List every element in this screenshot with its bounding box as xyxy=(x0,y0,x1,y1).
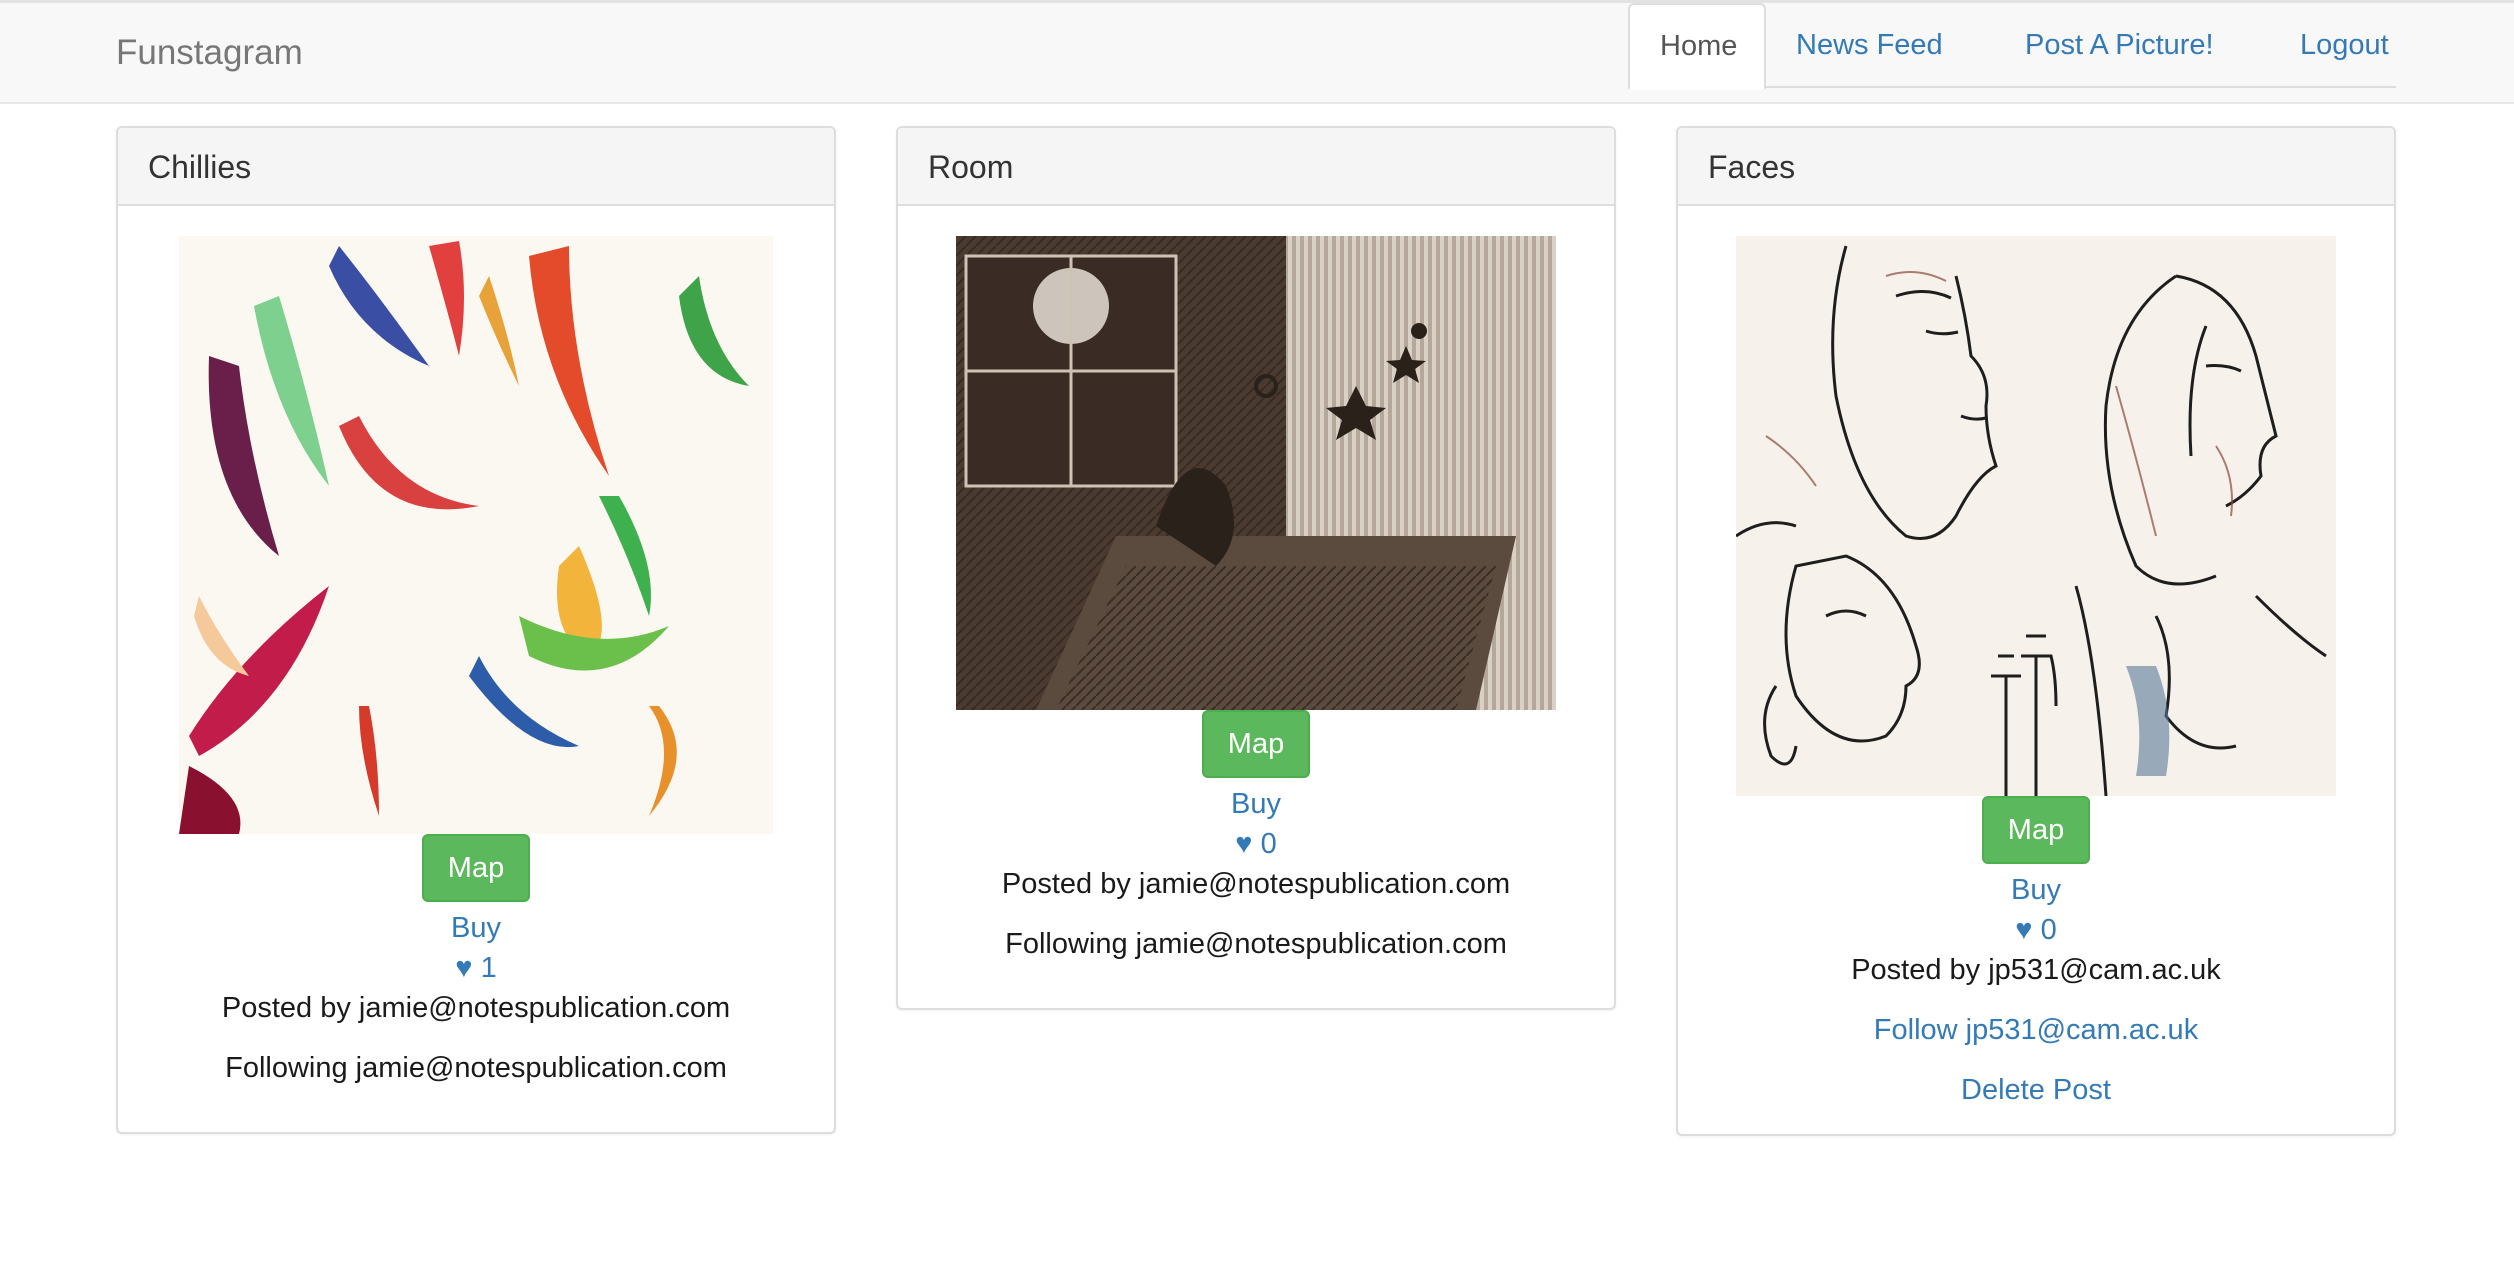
post-title: Chillies xyxy=(118,128,834,206)
tab-logout[interactable]: Logout xyxy=(2270,3,2419,88)
post-card-chillies: Chillies Map Buy ♥ 1 Posted by jamie@not… xyxy=(116,126,836,1134)
post-title: Room xyxy=(898,128,1614,206)
tab-post-a-picture[interactable]: Post A Picture! xyxy=(1995,3,2244,88)
map-button[interactable]: Map xyxy=(422,834,530,902)
posted-by-text: Posted by jp531@cam.ac.uk xyxy=(1851,954,2221,986)
delete-post-link[interactable]: Delete Post xyxy=(1678,1070,2394,1110)
buy-link[interactable]: Buy xyxy=(118,908,834,948)
like-link[interactable]: ♥ 0 xyxy=(1678,910,2394,950)
room-sketch-image xyxy=(956,236,1556,710)
post-body: Map Buy ♥ 0 Posted by jp531@cam.ac.uk Fo… xyxy=(1678,206,2394,1110)
map-button[interactable]: Map xyxy=(1982,796,2090,864)
chillies-painting-image xyxy=(179,236,773,834)
following-status: Following jamie@notespublication.com xyxy=(1005,928,1507,960)
tab-home[interactable]: Home xyxy=(1628,3,1766,90)
brand-logo[interactable]: Funstagram xyxy=(116,31,303,75)
buy-link[interactable]: Buy xyxy=(898,784,1614,824)
like-link[interactable]: ♥ 0 xyxy=(898,824,1614,864)
post-body: Map Buy ♥ 1 Posted by jamie@notespublica… xyxy=(118,206,834,1088)
follow-user-link[interactable]: Follow jp531@cam.ac.uk xyxy=(1678,1010,2394,1050)
top-navbar: Funstagram Home News Feed Post A Picture… xyxy=(0,0,2514,104)
post-card-faces: Faces Map Buy ♥ 0 Posted by jp531@cam.ac… xyxy=(1676,126,2396,1136)
buy-link[interactable]: Buy xyxy=(1678,870,2394,910)
post-body: Map Buy ♥ 0 Posted by jamie@notespublica… xyxy=(898,206,1614,964)
faces-drawing-image xyxy=(1736,236,2336,796)
following-status: Following jamie@notespublication.com xyxy=(225,1052,727,1084)
tab-news-feed[interactable]: News Feed xyxy=(1766,3,1973,88)
like-link[interactable]: ♥ 1 xyxy=(118,948,834,988)
post-card-room: Room Map Buy ♥ 0 Posted by jamie@notespu… xyxy=(896,126,1616,1010)
nav-tabs: Home News Feed Post A Picture! Logout xyxy=(1628,3,2396,90)
posted-by-text: Posted by jamie@notespublication.com xyxy=(1001,868,1511,900)
posted-by-text: Posted by jamie@notespublication.com xyxy=(221,992,731,1024)
post-title: Faces xyxy=(1678,128,2394,206)
map-button[interactable]: Map xyxy=(1202,710,1310,778)
